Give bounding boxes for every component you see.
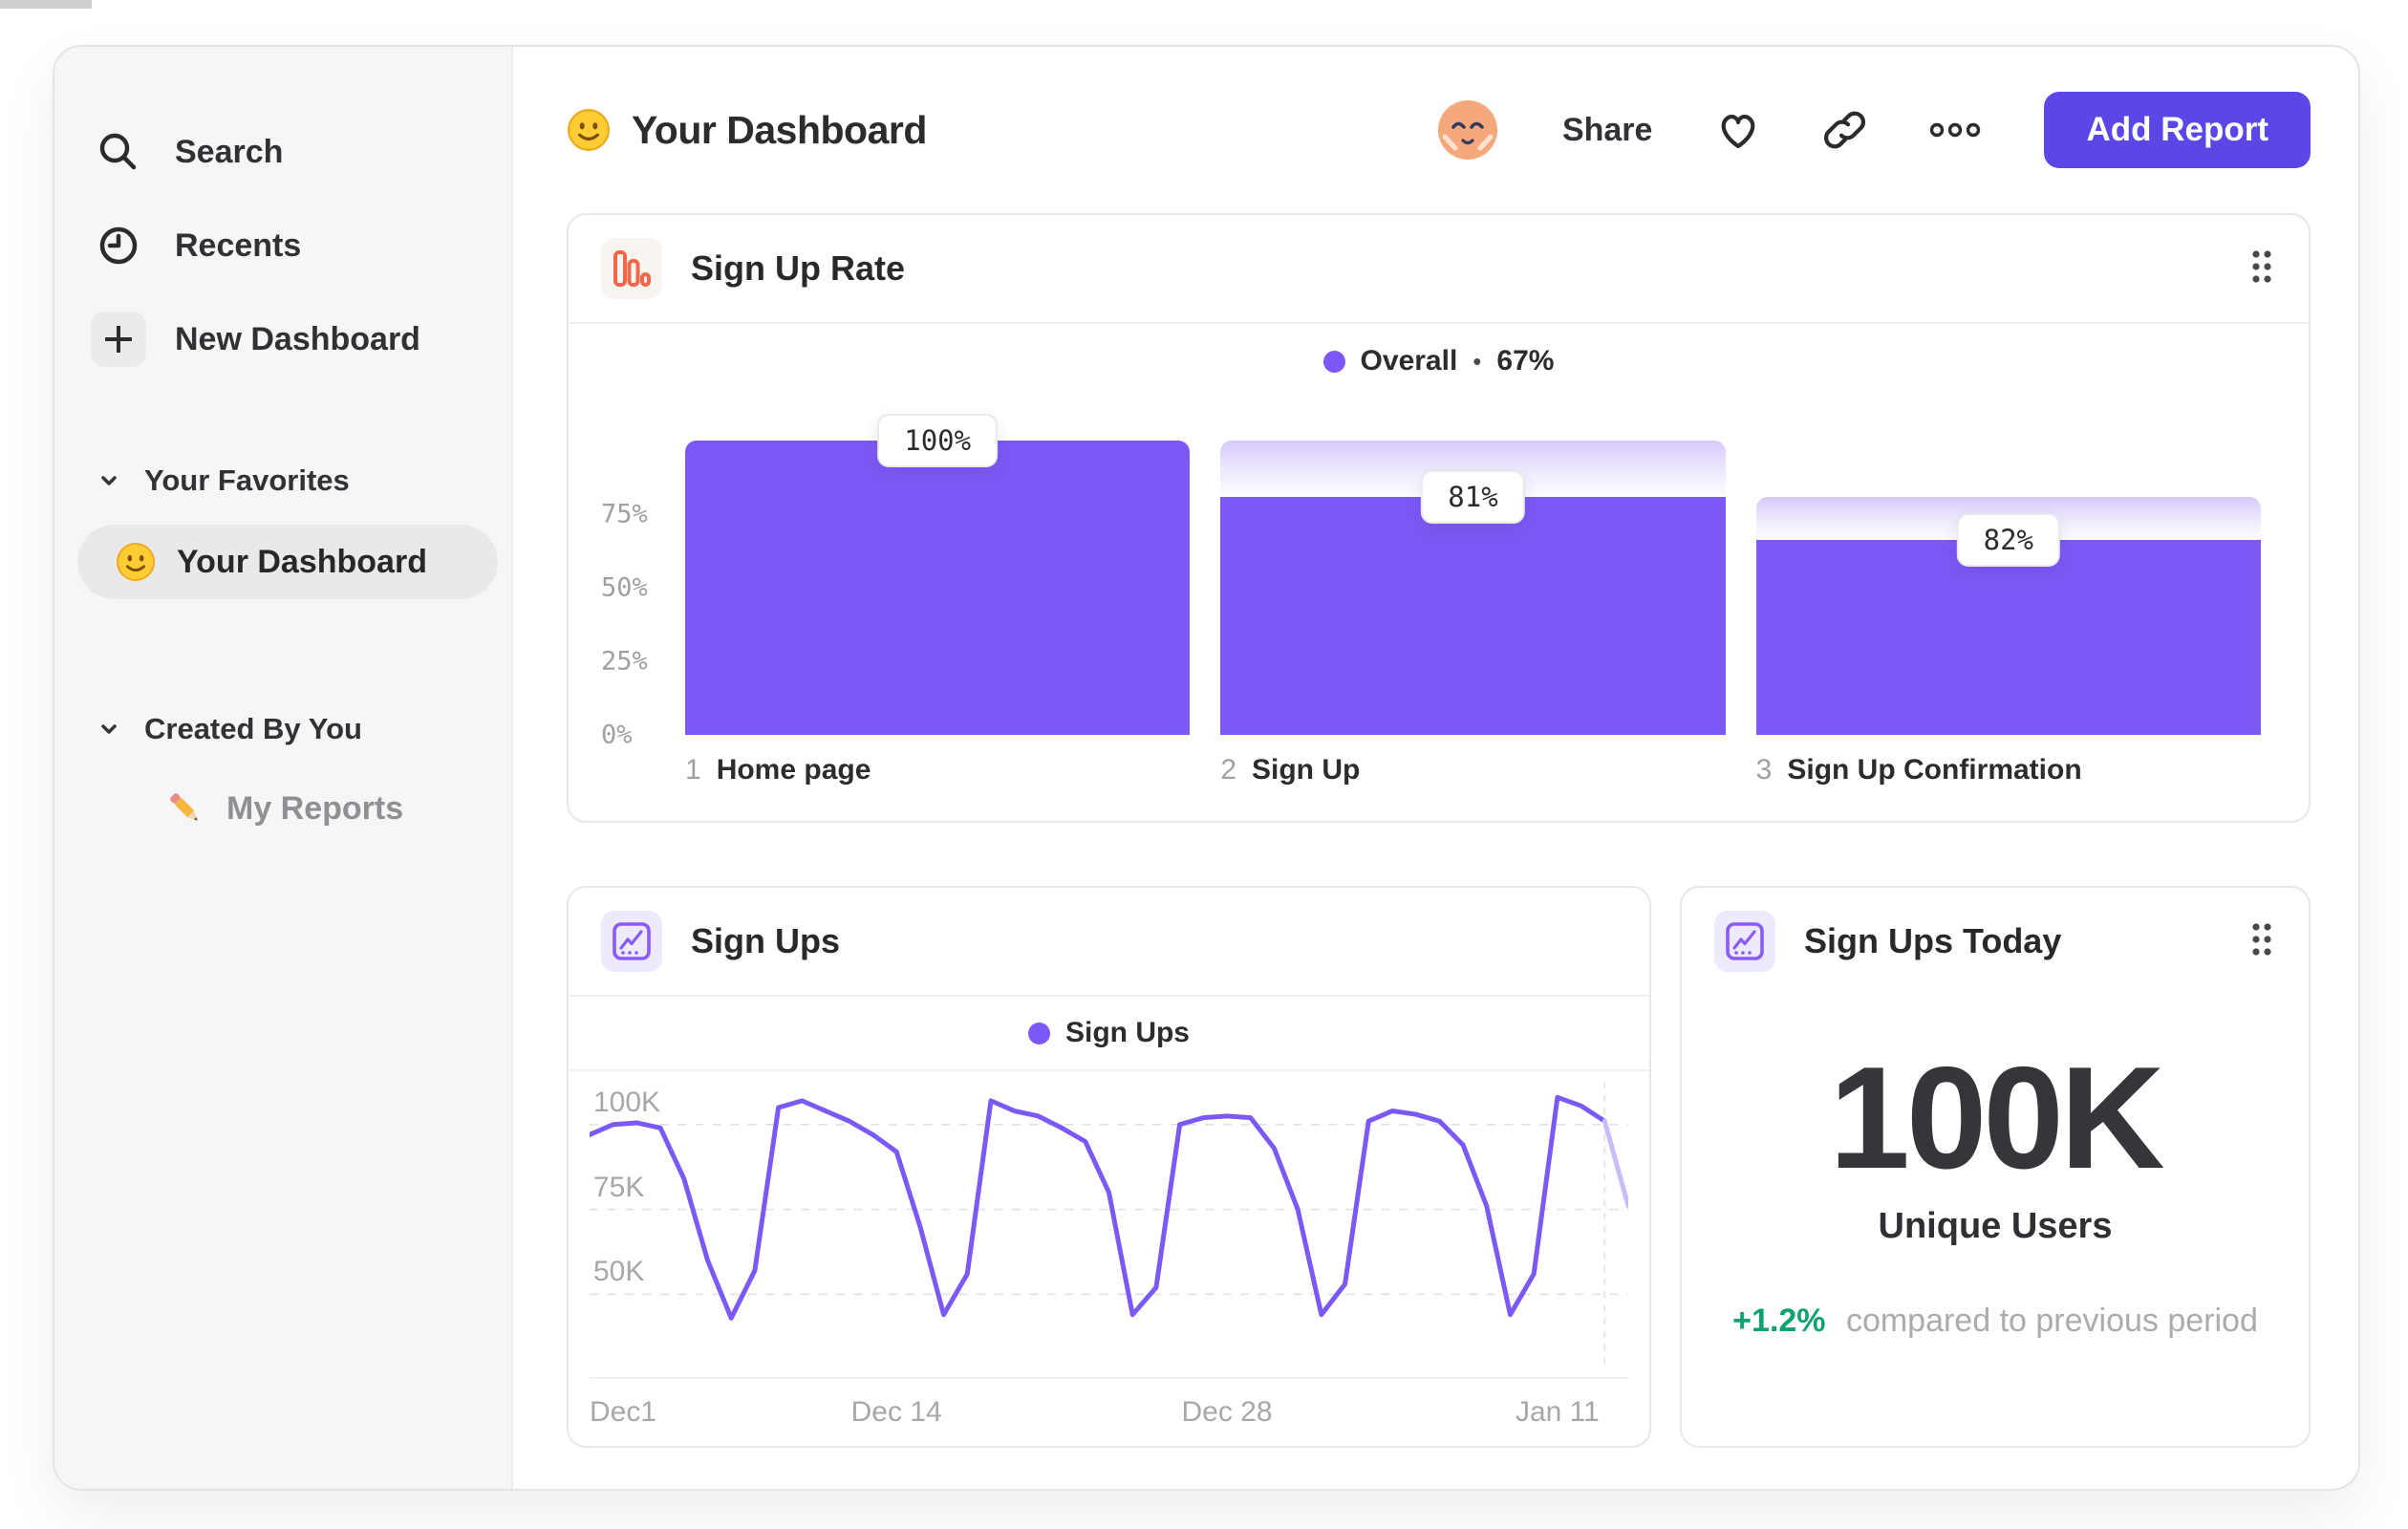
funnel-y-tick: 0% (601, 720, 633, 750)
funnel-value-badge: 82% (1956, 512, 2061, 567)
funnel-bar: 100% (685, 414, 1191, 735)
smiley-icon (568, 109, 610, 151)
section-title: Your Favorites (144, 463, 350, 497)
main-area: Your Dashboard Share Add Report Sign Up … (513, 47, 2358, 1489)
sidebar-item-search[interactable]: Search (91, 110, 511, 194)
line-legend: Sign Ups (569, 997, 1649, 1071)
topbar: Your Dashboard Share Add Report (567, 91, 2311, 169)
sidebar-item-label: New Dashboard (175, 320, 420, 357)
legend-separator: • (1473, 346, 1482, 376)
sidebar-item-label: Recents (175, 226, 302, 264)
section-title: Created By You (144, 712, 362, 745)
funnel-chart-icon (601, 238, 662, 299)
sidebar-item-your-dashboard[interactable]: Your Dashboard (77, 525, 498, 599)
funnel-y-tick: 25% (601, 646, 648, 677)
chevron-down-icon (101, 476, 117, 485)
line-chart-x-axis: Dec1 Dec 14 Dec 28 Jan 11 (590, 1377, 1628, 1446)
chevron-down-icon (101, 724, 117, 734)
add-report-button[interactable]: Add Report (2044, 92, 2311, 168)
funnel-category-label: 2 Sign Up (1220, 754, 1361, 786)
funnel-bar: 81% (1220, 418, 1726, 735)
line-x-tick: Dec 28 (1181, 1396, 1273, 1428)
funnel-y-tick: 50% (601, 572, 648, 603)
app-window: Search Recents New Dashboard Your Favori… (53, 45, 2360, 1491)
metric-value: 100K (1829, 1037, 2164, 1199)
legend-dot (1322, 350, 1345, 373)
card-header: Sign Ups (569, 888, 1649, 995)
sidebar-item-label: My Reports (226, 789, 404, 827)
funnel-bar-segment (1220, 496, 1726, 735)
metric-delta: +1.2% (1732, 1303, 1826, 1339)
drag-handle-icon[interactable] (2247, 919, 2276, 964)
line-x-tick: Dec 14 (850, 1396, 942, 1428)
funnel-categories: 1 Home page 2 Sign Up 3 Sign Up Confirmation (685, 754, 2261, 786)
funnel-y-tick: 75% (601, 499, 648, 529)
sign-up-rate-card: Sign Up Rate Overall • 67% 100% 81% 82% 1H… (567, 213, 2311, 823)
legend-label: Sign Ups (1064, 1017, 1190, 1048)
sign-ups-today-card: Sign Ups Today 100K Unique Users +1.2% c… (1680, 886, 2311, 1448)
sidebar: Search Recents New Dashboard Your Favori… (54, 47, 513, 1489)
funnel-category-label: 3 Sign Up Confirmation (1755, 754, 2082, 786)
sign-ups-card: Sign Ups Sign Ups 100K 75K 50K Dec1 Dec 14 D… (567, 886, 1651, 1448)
sidebar-item-label: Your Dashboard (177, 543, 427, 580)
sidebar-item-my-reports[interactable]: My Reports (165, 788, 511, 829)
funnel-bar: 82% (1755, 418, 2261, 735)
section-created-by-you[interactable]: Created By You (97, 712, 511, 746)
top-left-strip (0, 0, 92, 9)
funnel-category-label: 1 Home page (685, 754, 871, 786)
line-x-tick: Jan 11 (1515, 1396, 1600, 1428)
clock-icon (91, 218, 146, 273)
funnel-bar-segment (1755, 539, 2261, 735)
card-header: Sign Up Rate (569, 215, 2309, 322)
metric-label: Unique Users (1878, 1206, 2113, 1246)
page-title: Your Dashboard (567, 108, 927, 153)
legend-label: Overall (1360, 345, 1458, 377)
smiley-icon (116, 542, 156, 582)
more-options-icon[interactable] (1929, 120, 1981, 140)
line-chart-icon (601, 911, 662, 972)
favorite-heart-icon[interactable] (1715, 107, 1761, 153)
funnel-bars: 100% 81% 82% (685, 414, 2261, 735)
sidebar-item-new-dashboard[interactable]: New Dashboard (91, 297, 511, 381)
line-chart-icon (1714, 911, 1775, 972)
share-button[interactable]: Share (1562, 112, 1653, 149)
card-title: Sign Ups Today (1804, 921, 2062, 960)
line-chart: 100K 75K 50K (590, 1077, 1628, 1366)
sidebar-item-recents[interactable]: Recents (91, 204, 511, 288)
topbar-actions: Share Add Report (1436, 92, 2311, 168)
drag-handle-icon[interactable] (2247, 247, 2276, 291)
line-x-tick: Dec1 (590, 1396, 657, 1428)
page-title-text: Your Dashboard (632, 107, 927, 152)
pencil-icon (170, 793, 198, 821)
funnel-legend: Overall • 67% (569, 324, 2309, 398)
metric-delta-row: +1.2% compared to previous period (1682, 1303, 2309, 1340)
section-your-favorites[interactable]: Your Favorites (97, 463, 511, 498)
bottom-row: Sign Ups Sign Ups 100K 75K 50K Dec1 Dec 14 D… (567, 886, 2311, 1448)
funnel-value-badge: 100% (877, 414, 999, 467)
card-title: Sign Ups (691, 921, 841, 960)
copy-link-icon[interactable] (1824, 109, 1866, 151)
metric-body: 100K Unique Users +1.2% compared to prev… (1682, 995, 2309, 1340)
plus-icon (91, 312, 146, 367)
legend-dot (1027, 1022, 1050, 1044)
search-icon (91, 124, 146, 180)
funnel-bar-segment (685, 441, 1191, 735)
avatar[interactable] (1436, 98, 1499, 162)
metric-delta-note: compared to previous period (1845, 1303, 2258, 1339)
funnel-chart: 100% 81% 82% 1 Home page 2 Sign Up 3 Sign Up Co… (569, 398, 2309, 821)
funnel-value-badge: 81% (1421, 469, 1525, 524)
legend-value: 67% (1496, 345, 1555, 377)
sidebar-item-label: Search (175, 133, 284, 170)
card-header: Sign Ups Today (1682, 888, 2309, 995)
card-title: Sign Up Rate (691, 248, 906, 288)
